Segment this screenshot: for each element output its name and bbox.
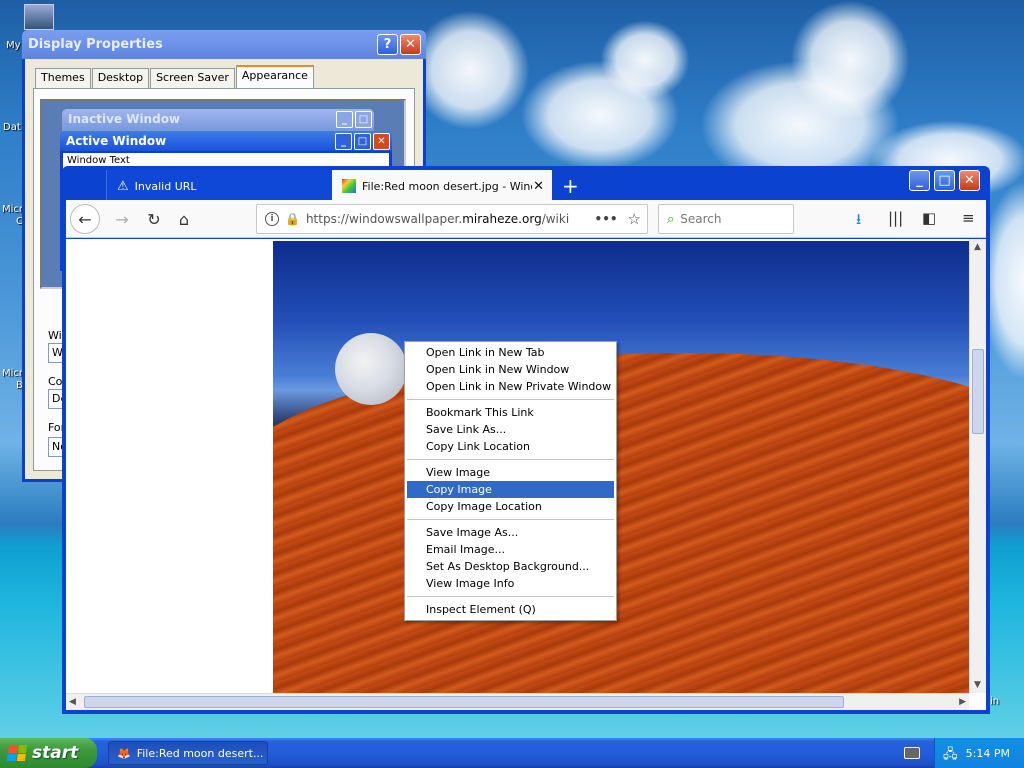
horizontal-scroll-thumb[interactable]	[84, 696, 844, 708]
dialog-titlebar[interactable]: Display Properties ? ✕	[22, 30, 426, 59]
desktop-icon-label[interactable]: in	[990, 696, 999, 707]
desktop-icon-label[interactable]: My	[6, 40, 21, 51]
favicon-icon	[342, 179, 356, 193]
menu-item-open-link-new-tab[interactable]: Open Link in New Tab	[405, 344, 616, 361]
menu-item-open-link-new-window[interactable]: Open Link in New Window	[405, 361, 616, 378]
context-menu: Open Link in New Tab Open Link in New Wi…	[404, 341, 617, 621]
minimize-icon: _	[335, 132, 352, 150]
start-button[interactable]: start	[0, 738, 97, 768]
page-actions-button[interactable]: •••	[595, 212, 618, 226]
tab-strip: ⚠ Invalid URL ✕ File:Red moon desert.jpg…	[66, 168, 986, 202]
desktop-icon-label[interactable]: Dat	[3, 122, 21, 133]
tab-appearance[interactable]: Appearance	[235, 65, 314, 88]
system-tray: 🖧 5:14 PM	[934, 738, 1024, 768]
minimize-icon: _	[336, 110, 353, 128]
dialog-tabs: Themes Desktop Screen Saver Appearance	[35, 65, 315, 88]
url-text[interactable]: https://windowswallpaper.miraheze.org/wi…	[306, 212, 595, 226]
cloud	[410, 10, 530, 130]
lock-icon[interactable]: 🔒	[285, 212, 300, 226]
start-label: start	[32, 743, 79, 763]
menu-separator	[407, 519, 614, 520]
close-icon: ✕	[373, 132, 390, 150]
menu-separator	[407, 399, 614, 400]
scroll-up-arrow-icon[interactable]: ▲	[974, 242, 981, 252]
my-computer-icon[interactable]	[24, 4, 54, 30]
inactive-window-title-text: Inactive Window	[68, 112, 181, 126]
taskbar-item-firefox[interactable]: 🦊 File:Red moon desert...	[108, 741, 268, 765]
menu-item-copy-image[interactable]: Copy Image	[407, 481, 614, 498]
taskbar: start 🦊 File:Red moon desert... 🖧 5:14 P…	[0, 738, 1024, 768]
close-tab-icon[interactable]: ✕	[533, 179, 544, 194]
url-prefix: https://windowswallpaper.	[305, 212, 463, 226]
windows-logo-icon	[6, 745, 28, 761]
window-controls: _ □ ✕	[909, 170, 982, 191]
forward-button[interactable]: →	[108, 205, 136, 233]
menu-item-set-desktop-background[interactable]: Set As Desktop Background...	[405, 558, 616, 575]
search-icon: ⌕	[667, 211, 675, 227]
menu-item-email-image[interactable]: Email Image...	[405, 541, 616, 558]
nav-bar: ← → ↻ ⌂ i 🔒 https://windowswallpaper.mir…	[66, 200, 986, 238]
url-host: miraheze.org	[462, 212, 542, 226]
red-moon-desert-image[interactable]	[273, 241, 971, 693]
reload-button[interactable]: ↻	[140, 205, 168, 233]
menu-separator	[407, 459, 614, 460]
search-placeholder: Search	[680, 212, 722, 226]
library-icon[interactable]: |||	[888, 209, 903, 227]
menu-separator	[407, 596, 614, 597]
network-icon[interactable]: 🖧	[943, 745, 958, 767]
cloud	[600, 20, 690, 100]
moon	[335, 333, 407, 405]
menu-item-view-image-info[interactable]: View Image Info	[405, 575, 616, 592]
tab-title: File:Red moon desert.jpg - Window	[362, 179, 532, 193]
search-input[interactable]: ⌕ Search	[658, 204, 794, 234]
menu-item-open-link-private-window[interactable]: Open Link in New Private Window	[405, 378, 616, 395]
inactive-window-title: Inactive Window _ □	[62, 109, 374, 129]
menu-item-copy-link-location[interactable]: Copy Link Location	[405, 438, 616, 455]
menu-item-bookmark-link[interactable]: Bookmark This Link	[405, 404, 616, 421]
tab-red-moon-desert[interactable]: File:Red moon desert.jpg - Window ✕	[332, 170, 552, 202]
tab-screen-saver[interactable]: Screen Saver	[150, 68, 235, 88]
close-window-button[interactable]: ✕	[959, 170, 980, 191]
clock[interactable]: 5:14 PM	[966, 747, 1010, 760]
menu-item-save-link-as[interactable]: Save Link As...	[405, 421, 616, 438]
horizontal-scrollbar[interactable]: ◀ ▶	[66, 693, 969, 710]
url-bar[interactable]: i 🔒 https://windowswallpaper.miraheze.or…	[256, 204, 648, 234]
scroll-left-arrow-icon[interactable]: ◀	[69, 697, 76, 707]
maximize-icon: □	[355, 110, 372, 128]
maximize-button[interactable]: □	[934, 170, 955, 191]
scroll-right-arrow-icon[interactable]: ▶	[959, 697, 966, 707]
active-window-title: Active Window _ □ ✕	[60, 131, 392, 151]
tab-desktop[interactable]: Desktop	[91, 68, 150, 88]
menu-item-copy-image-location[interactable]: Copy Image Location	[405, 498, 616, 515]
downloads-icon[interactable]: ⭳	[856, 209, 861, 234]
site-info-icon[interactable]: i	[265, 212, 279, 226]
firefox-icon: 🦊	[117, 746, 131, 760]
home-button[interactable]: ⌂	[170, 205, 198, 233]
sidebar-icon[interactable]: ◧	[922, 209, 936, 227]
tab-themes[interactable]: Themes	[35, 68, 91, 88]
menu-item-save-image-as[interactable]: Save Image As...	[405, 524, 616, 541]
bookmark-star-icon[interactable]: ☆	[628, 210, 641, 228]
tab-title: Invalid URL	[134, 179, 197, 193]
cloud	[790, 0, 910, 120]
active-window-title-text: Active Window	[66, 134, 167, 148]
url-suffix: /wiki	[541, 212, 570, 226]
menu-item-inspect-element[interactable]: Inspect Element (Q)	[405, 601, 616, 618]
warning-icon: ⚠	[117, 178, 129, 194]
menu-icon[interactable]: ≡	[962, 209, 975, 227]
new-tab-button[interactable]: +	[562, 174, 579, 198]
menu-item-view-image[interactable]: View Image	[405, 464, 616, 481]
help-button[interactable]: ?	[377, 34, 398, 55]
dialog-title: Display Properties	[28, 37, 163, 52]
keyboard-icon[interactable]	[904, 747, 920, 759]
tab-invalid-url[interactable]: ⚠ Invalid URL ✕	[106, 170, 368, 202]
close-button[interactable]: ✕	[400, 34, 421, 55]
vertical-scrollbar[interactable]: ▲ ▼	[969, 239, 986, 693]
maximize-icon: □	[354, 132, 371, 150]
minimize-button[interactable]: _	[909, 170, 930, 191]
scroll-down-arrow-icon[interactable]: ▼	[974, 680, 981, 690]
back-button[interactable]: ←	[70, 204, 100, 234]
taskbar-item-label: File:Red moon desert...	[136, 746, 264, 760]
vertical-scroll-thumb[interactable]	[972, 349, 984, 434]
